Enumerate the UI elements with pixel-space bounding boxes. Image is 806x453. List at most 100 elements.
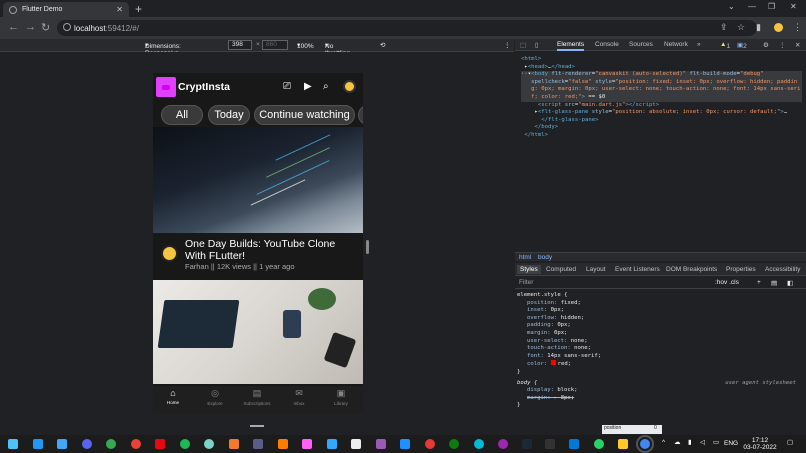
app-icon[interactable] <box>57 439 67 449</box>
nav-home[interactable]: ⌂ Home <box>158 388 188 405</box>
app-icon[interactable] <box>474 439 484 449</box>
style-property[interactable]: overflow: hidden; <box>517 315 806 323</box>
tab-accessibility[interactable]: Accessibility <box>765 266 800 273</box>
illustrator-icon[interactable] <box>278 439 288 449</box>
hov-cls-toggle[interactable]: :hov .cls <box>715 279 739 286</box>
device-toggle-icon[interactable]: ▯ <box>535 41 539 49</box>
style-property[interactable]: margin: 0px; <box>517 330 806 338</box>
app-icon[interactable] <box>498 439 508 449</box>
sidebar-toggle-icon[interactable]: ◧ <box>787 279 793 287</box>
bookmark-star-icon[interactable]: ☆ <box>737 22 745 33</box>
cloud-icon[interactable]: ☁ <box>674 439 681 446</box>
forward-icon[interactable]: → <box>25 21 36 33</box>
search-icon[interactable]: ⌕ <box>323 81 329 92</box>
zoom-select[interactable]: 100% ▾ <box>297 41 314 50</box>
more-tabs-icon[interactable]: » <box>697 41 701 48</box>
styles-pane[interactable]: element.style { position: fixed; inset: 0… <box>515 290 806 421</box>
notifications-icon[interactable]: ▢ <box>787 439 793 446</box>
style-property[interactable]: font: 14px sans-serif; <box>517 353 806 361</box>
visual-studio-icon[interactable] <box>253 439 263 449</box>
devtools-menu-icon[interactable]: ⋮ <box>779 41 786 49</box>
filter-input[interactable]: Filter <box>519 279 533 286</box>
start-icon[interactable] <box>8 439 18 449</box>
volume-icon[interactable]: ◁ <box>700 439 705 446</box>
chevron-down-icon[interactable]: ⌄ <box>728 2 735 11</box>
style-property[interactable]: user-select: none; <box>517 338 806 346</box>
spotify-icon[interactable] <box>180 439 190 449</box>
tab-computed[interactable]: Computed <box>546 266 576 273</box>
site-info-icon[interactable] <box>63 23 71 31</box>
height-input[interactable]: 860 <box>262 40 288 50</box>
menu-kebab-icon[interactable]: ⋮ <box>793 22 802 33</box>
viewport-resize-handle[interactable] <box>366 240 369 254</box>
netflix-icon[interactable] <box>155 439 165 449</box>
address-bar[interactable]: localhost:59412/#/ <box>57 20 757 36</box>
share-icon[interactable]: ⇪ <box>720 22 728 33</box>
xbox-icon[interactable] <box>449 439 459 449</box>
cast-icon[interactable]: ⎚ <box>283 81 291 92</box>
nav-subscriptions[interactable]: ▤ Subscriptions <box>242 388 272 406</box>
chrome-active-icon[interactable] <box>636 435 654 453</box>
back-icon[interactable]: ← <box>8 21 19 33</box>
tab-sources[interactable]: Sources <box>629 41 653 48</box>
tab-flutter-demo[interactable]: Flutter Demo ✕ <box>3 2 129 17</box>
discord-icon[interactable] <box>82 439 92 449</box>
blender-icon[interactable] <box>229 439 239 449</box>
chrome-alt-icon[interactable] <box>131 439 141 449</box>
nav-inbox[interactable]: ✉ Inbox <box>284 388 314 406</box>
style-property[interactable]: touch-action: none; <box>517 345 806 353</box>
microphone-icon[interactable]: ▮ <box>688 439 692 446</box>
close-tab-icon[interactable]: ✕ <box>116 5 123 14</box>
reload-icon[interactable]: ↻ <box>41 21 50 34</box>
app-icon[interactable] <box>204 439 214 449</box>
warnings-badge[interactable]: ▲ 1 <box>720 41 730 50</box>
mail-icon[interactable] <box>33 439 43 449</box>
jetbrains-icon[interactable] <box>376 439 386 449</box>
tab-styles[interactable]: Styles <box>517 265 541 274</box>
style-property[interactable]: inset: 0px; <box>517 307 806 315</box>
tab-network[interactable]: Network <box>664 41 688 48</box>
new-rule-icon[interactable]: + <box>757 279 761 286</box>
video-thumbnail[interactable] <box>153 127 363 233</box>
restore-button[interactable]: ❐ <box>768 2 775 11</box>
battery-icon[interactable]: ▭ <box>713 439 719 446</box>
profile-avatar[interactable] <box>774 23 783 32</box>
chrome-icon[interactable] <box>106 439 116 449</box>
chip-overflow[interactable] <box>358 105 363 125</box>
window-close-button[interactable]: ✕ <box>790 2 797 11</box>
crumb-body[interactable]: body <box>538 254 552 261</box>
color-swatch[interactable] <box>550 360 556 366</box>
nav-explore[interactable]: ◎ Explore <box>200 388 230 406</box>
steam-icon[interactable] <box>522 439 532 449</box>
whatsapp-icon[interactable] <box>594 439 604 449</box>
side-panel-icon[interactable]: ▮ <box>756 22 761 33</box>
account-avatar[interactable] <box>343 80 356 93</box>
tab-event-listeners[interactable]: Event Listeners <box>615 266 660 273</box>
tab-layout[interactable]: Layout <box>586 266 606 273</box>
chip-all[interactable]: All <box>161 105 203 125</box>
dom-tree[interactable]: <html> ▸<head>…</head> ··▾<body flt-rend… <box>515 52 806 252</box>
video-info[interactable]: One Day Builds: YouTube Clone With FLutt… <box>153 235 363 277</box>
tab-elements[interactable]: Elements <box>557 41 585 51</box>
tab-console[interactable]: Console <box>595 41 619 48</box>
minimize-button[interactable]: — <box>748 2 756 11</box>
new-tab-button[interactable]: + <box>135 2 142 16</box>
chevron-up-icon[interactable]: ^ <box>662 439 665 446</box>
chip-today[interactable]: Today <box>208 105 250 125</box>
epic-games-icon[interactable] <box>545 439 555 449</box>
unity-icon[interactable] <box>351 439 361 449</box>
clock[interactable]: 17:12 03-07-2022 <box>742 437 778 451</box>
tab-properties[interactable]: Properties <box>726 266 756 273</box>
tab-dom-breakpoints[interactable]: DOM Breakpoints <box>666 266 717 273</box>
style-property[interactable]: position: fixed; <box>517 300 806 308</box>
inspect-icon[interactable]: ⬚ <box>520 41 526 49</box>
xd-icon[interactable] <box>302 439 312 449</box>
throttle-select[interactable]: No throttling ▾ <box>325 41 350 57</box>
messages-badge[interactable]: ▣ 2 <box>737 41 747 50</box>
devtools-close-icon[interactable]: ✕ <box>795 41 800 49</box>
style-property[interactable]: color: red; <box>517 360 806 369</box>
styles-filter[interactable]: Filter :hov .cls + ▤ ◧ <box>515 277 806 289</box>
dimensions-select[interactable]: Dimensions: Responsive ▾ <box>145 41 181 57</box>
app-icon[interactable] <box>425 439 435 449</box>
computed-toggle-icon[interactable]: ▤ <box>771 279 777 287</box>
